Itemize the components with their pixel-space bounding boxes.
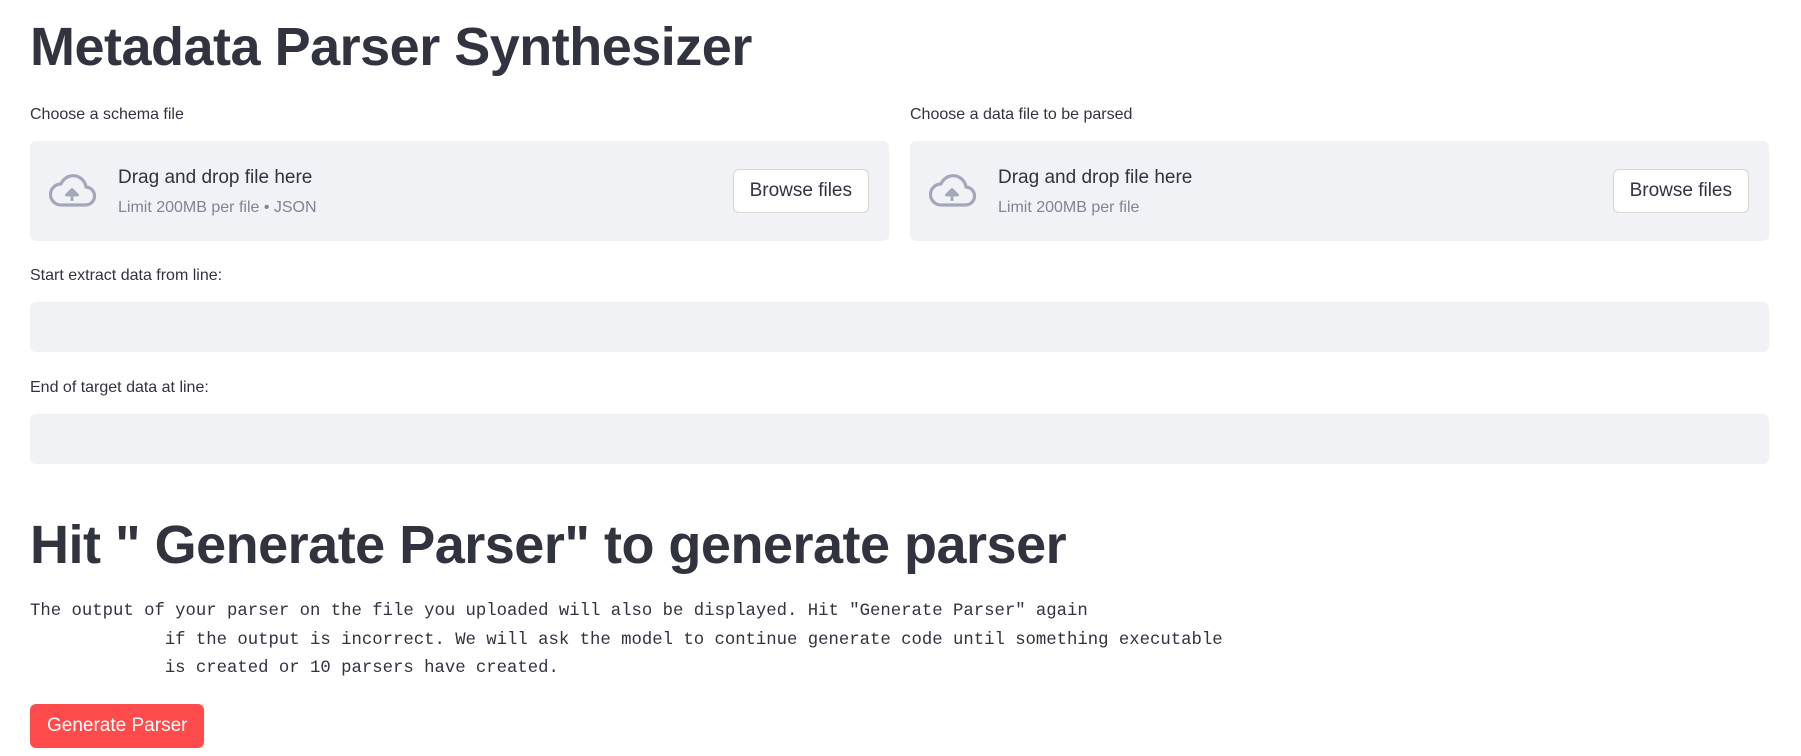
data-browse-files-button[interactable]: Browse files: [1612, 169, 1749, 213]
start-line-label: Start extract data from line:: [30, 267, 223, 284]
data-file-dropzone[interactable]: Drag and drop file here Limit 200MB per …: [910, 141, 1769, 241]
schema-file-dropzone[interactable]: Drag and drop file here Limit 200MB per …: [30, 141, 889, 241]
end-line-input[interactable]: [30, 414, 1769, 464]
generate-parser-button[interactable]: Generate Parser: [30, 704, 205, 748]
start-line-input[interactable]: [30, 302, 1769, 352]
generate-heading: Hit " Generate Parser" to generate parse…: [30, 515, 1067, 575]
app-page: Metadata Parser Synthesizer Choose a sch…: [0, 0, 1801, 756]
generate-description: The output of your parser on the file yo…: [30, 602, 1223, 678]
data-dropzone-limit: Limit 200MB per file: [998, 199, 1140, 216]
schema-dropzone-limit: Limit 200MB per file • JSON: [118, 199, 317, 216]
cloud-upload-icon: [928, 174, 976, 207]
page-title: Metadata Parser Synthesizer: [30, 17, 752, 77]
end-line-label: End of target data at line:: [30, 379, 209, 396]
cloud-upload-icon: [48, 174, 96, 207]
schema-dropzone-title: Drag and drop file here: [118, 167, 313, 188]
data-dropzone-title: Drag and drop file here: [998, 167, 1193, 188]
schema-file-label: Choose a schema file: [30, 106, 184, 123]
data-file-label: Choose a data file to be parsed: [910, 106, 1133, 123]
schema-browse-files-button[interactable]: Browse files: [732, 169, 869, 213]
